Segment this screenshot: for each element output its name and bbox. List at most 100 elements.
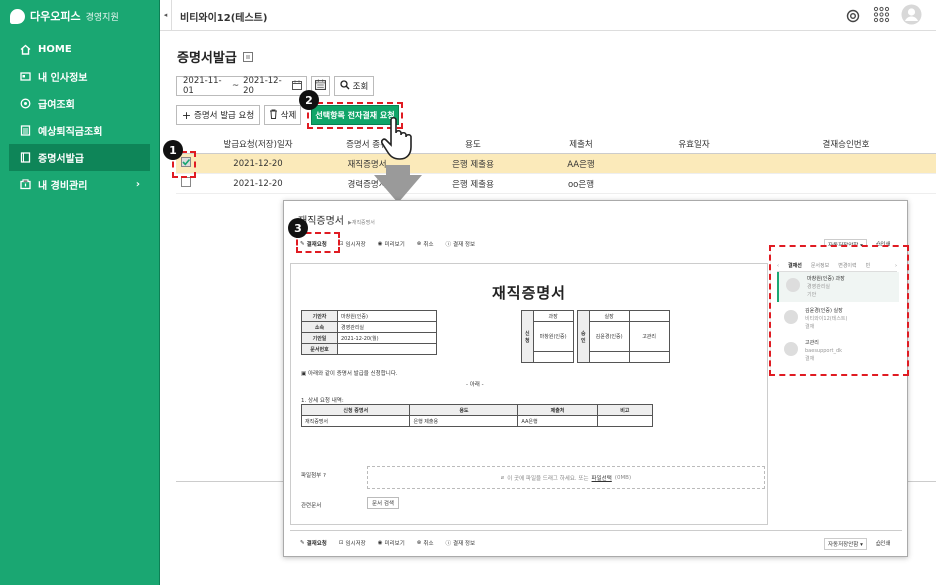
below-text: - 아래 - bbox=[466, 382, 484, 388]
delete-button[interactable]: 삭제 bbox=[264, 105, 301, 125]
document-body: 재직증명서 기안자 마창원(인증) 소속 경영관리실 기안일 2021-12-20(월… bbox=[290, 263, 768, 525]
cell-date: 2021-12-20 bbox=[233, 178, 283, 189]
date-from: 2021-11-01 bbox=[183, 76, 222, 96]
hand-pointer-icon bbox=[381, 116, 415, 166]
file-drop-zone[interactable]: ⌀ 이 곳에 파일을 드래그 하세요. 또는 파일선택 (0MB) bbox=[367, 466, 765, 489]
search-icon bbox=[340, 79, 350, 93]
search-button[interactable]: 조회 bbox=[334, 76, 374, 96]
detail-header: 비고 bbox=[596, 404, 654, 416]
cancel-button[interactable]: ⊗ 취소 bbox=[417, 539, 434, 547]
company-name: 비티와이12(테스트) bbox=[180, 13, 268, 24]
cell-to: oo은행 bbox=[567, 179, 595, 190]
step-badge-2: 2 bbox=[299, 90, 319, 110]
sidebar-item-label: 예상퇴직금조회 bbox=[38, 127, 103, 138]
col-header: 제출처 bbox=[569, 139, 593, 150]
cell-use: 은행 제출용 bbox=[452, 179, 494, 190]
request-button-label: 증명서 발급 요청 bbox=[194, 111, 255, 121]
page-title: 증명서발급 bbox=[177, 47, 253, 66]
cancel-button[interactable]: ⊗ 취소 bbox=[417, 240, 434, 248]
submit-approval-button[interactable]: ✎ 결재요청 bbox=[300, 539, 327, 547]
row-checkbox[interactable] bbox=[181, 177, 191, 187]
search-button-label: 조회 bbox=[352, 82, 369, 92]
file-select-link[interactable]: 파일선택 bbox=[592, 474, 612, 482]
brand-name: 다우오피스 bbox=[30, 10, 81, 23]
info-value: 마창원(인증) bbox=[337, 310, 437, 322]
info-value bbox=[337, 343, 437, 355]
info-key: 기안자 bbox=[301, 310, 338, 322]
approval-name: 고관리 bbox=[628, 321, 670, 352]
id-card-icon bbox=[20, 71, 31, 82]
toolbar-label: 미리보기 bbox=[384, 541, 405, 547]
paperclip-icon: ⌀ bbox=[500, 474, 505, 481]
wallet-icon bbox=[20, 179, 31, 190]
toolbar-label: 취소 bbox=[423, 541, 434, 547]
info-value: 경영관리실 bbox=[337, 321, 437, 333]
save-draft-button[interactable]: ⊡ 임시저장 bbox=[339, 539, 366, 547]
autosave-value: 자동저장안함 bbox=[828, 542, 859, 548]
brand[interactable]: 다우오피스 경영지원 bbox=[10, 6, 119, 26]
detail-table: 신청 증명서 용도 제출처 비고 재직증명서 은행 제출용 AA은행 bbox=[300, 404, 654, 427]
save-draft-button[interactable]: ⊡ 임시저장 bbox=[339, 240, 366, 248]
col-header: 유효일자 bbox=[678, 139, 710, 150]
info-icon[interactable] bbox=[242, 51, 253, 62]
info-key: 기안일 bbox=[301, 332, 338, 344]
request-certificate-button[interactable]: + 증명서 발급 요청 bbox=[176, 105, 260, 125]
approval-role: 과장 bbox=[532, 310, 574, 322]
sidebar-item-label: 증명서발급 bbox=[38, 154, 84, 165]
autosave-select-bottom[interactable]: 자동저장안함 ▾ bbox=[824, 538, 867, 550]
approval-info-button[interactable]: ⓘ 결재 정보 bbox=[446, 539, 476, 547]
info-icon: ⓘ bbox=[445, 541, 452, 547]
preview-button[interactable]: ◉ 미리보기 bbox=[378, 539, 405, 547]
apps-grid-icon[interactable] bbox=[873, 6, 890, 27]
chevron-right-icon: › bbox=[135, 179, 140, 190]
toolbar-label: 임시저장 bbox=[345, 541, 366, 547]
sidebar-item-expense[interactable]: 내 경비관리 › bbox=[9, 171, 150, 198]
toolbar-label: 결재 정보 bbox=[453, 541, 476, 547]
attach-label-text: 파일첨부 bbox=[301, 473, 322, 479]
print-button-bottom[interactable]: ⎙인쇄 bbox=[876, 539, 891, 548]
sidebar-item-salary[interactable]: 급여조회 bbox=[9, 90, 150, 117]
avatar[interactable] bbox=[901, 4, 922, 29]
doc-search-button[interactable]: 문서 검색 bbox=[367, 497, 399, 509]
detail-header: 신청 증명서 bbox=[300, 404, 411, 416]
sidebar-item-home[interactable]: HOME bbox=[9, 36, 150, 63]
toolbar-label: 결재요청 bbox=[306, 541, 327, 547]
section-heading: 1. 상세 요청 내역: bbox=[301, 398, 344, 404]
approval-info-button[interactable]: ⓘ 결재 정보 bbox=[446, 240, 476, 248]
related-docs-label: 관련문서 bbox=[301, 503, 322, 509]
info-table: 기안자 마창원(인증) 소속 경영관리실 기안일 2021-12-20(월) 문서번호 bbox=[301, 310, 437, 355]
table-row[interactable]: 2021-12-20 재직증명서 은행 제출용 AA은행 bbox=[176, 154, 936, 174]
info-value: 2021-12-20(월) bbox=[337, 332, 437, 344]
calendar-icon[interactable] bbox=[292, 80, 302, 93]
approval-side: 신청 bbox=[521, 310, 534, 363]
headset-icon[interactable] bbox=[846, 8, 860, 27]
sidebar-item-severance[interactable]: 예상퇴직금조회 bbox=[9, 117, 150, 144]
attach-size: (0MB) bbox=[614, 474, 632, 481]
step-badge-3: 3 bbox=[288, 218, 308, 238]
topbar: ◂ 비티와이12(테스트) bbox=[160, 0, 936, 31]
edit-icon: ✎ bbox=[300, 540, 305, 546]
cell-to: AA은행 bbox=[567, 159, 595, 170]
toolbar-label: 취소 bbox=[423, 242, 434, 248]
col-header: 결재승인번호 bbox=[822, 139, 870, 150]
sidebar-item-label: HOME bbox=[38, 44, 72, 55]
collapse-sidebar-button[interactable]: ◂ bbox=[160, 0, 172, 30]
cell-use: 은행 제출용 bbox=[452, 159, 494, 170]
detail-cell: 재직증명서 bbox=[300, 415, 411, 427]
attach-label: 파일첨부 ? bbox=[301, 471, 326, 479]
highlight-frame-4 bbox=[769, 245, 909, 376]
sidebar-item-hr-info[interactable]: 내 인사정보 bbox=[9, 63, 150, 90]
toolbar-label: 임시저장 bbox=[345, 242, 366, 248]
detail-cell bbox=[596, 415, 654, 427]
approval-table-right: 승인 실장 김윤경(인증) 고관리 bbox=[577, 310, 670, 363]
divider bbox=[290, 530, 902, 531]
doc-title: 재직증명서 bbox=[491, 284, 566, 302]
toolbar-label: 미리보기 bbox=[384, 242, 405, 248]
sidebar-menu: HOME 내 인사정보 급여조회 예상퇴직금조회 증명서발급 내 경비관리 › bbox=[9, 36, 150, 198]
sidebar-item-certificate[interactable]: 증명서발급 bbox=[9, 144, 150, 171]
date-range-field[interactable]: 2021-11-01 ~ 2021-12-20 bbox=[176, 76, 307, 96]
preview-button[interactable]: ◉ 미리보기 bbox=[378, 240, 405, 248]
plus-icon: + bbox=[181, 108, 192, 122]
approval-role: 실장 bbox=[588, 310, 630, 322]
table-row[interactable]: 2021-12-20 경력증명서 은행 제출용 oo은행 bbox=[176, 174, 936, 194]
